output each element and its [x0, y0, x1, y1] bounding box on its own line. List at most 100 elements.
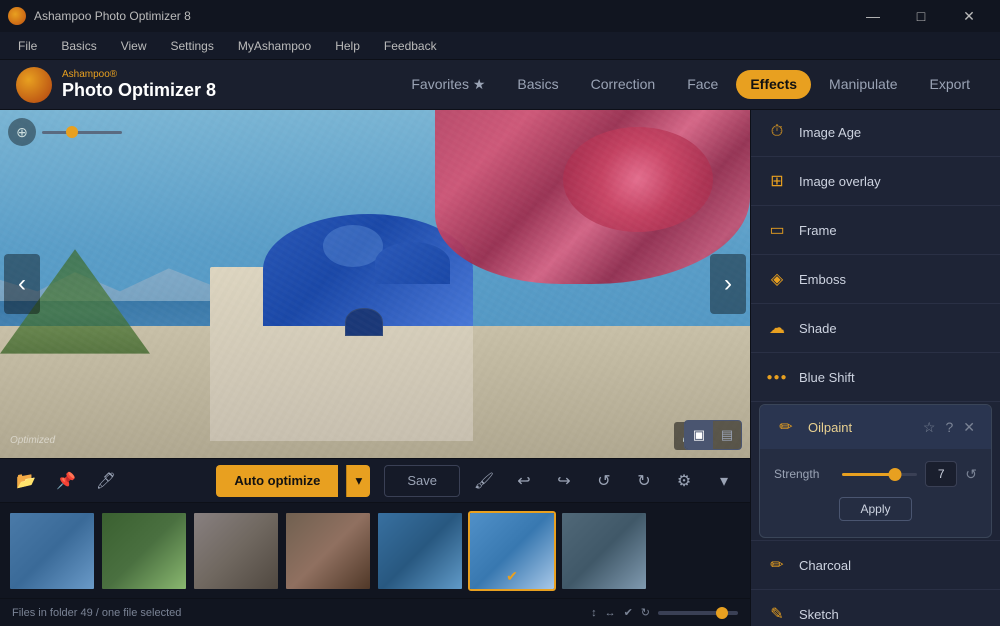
thumbnail-size-thumb	[716, 607, 728, 619]
bottom-toolbar: 📂 📌 🖊 Auto optimize ▾ Save 🖌 ↩ ↪ ↺ ↻ ⚙ ▾	[0, 458, 750, 502]
effect-image-overlay-label: Image overlay	[799, 174, 881, 189]
oilpaint-actions: ☆ ? ✕	[921, 417, 977, 438]
rotate-left-button[interactable]: ↺	[588, 465, 620, 497]
effect-emboss-label: Emboss	[799, 272, 846, 287]
rotate-icon[interactable]: ↻	[641, 606, 650, 619]
film-thumb-1[interactable]	[8, 511, 96, 591]
titlebar: Ashampoo Photo Optimizer 8 — □ ✕	[0, 0, 1000, 32]
strength-fill	[842, 473, 895, 476]
oilpaint-help-button[interactable]: ?	[943, 417, 955, 438]
view-toggle: ▣ ▤	[684, 420, 742, 450]
menu-basics[interactable]: Basics	[51, 35, 106, 57]
strength-label: Strength	[774, 467, 834, 481]
nav-tabs: Favorites ★ Basics Correction Face Effec…	[397, 70, 984, 99]
tab-correction[interactable]: Correction	[577, 70, 670, 99]
effects-sidebar: ⏱ Image Age ⊞ Image overlay ▭ Frame ◈ Em…	[750, 110, 1000, 626]
effect-blue-shift-label: Blue Shift	[799, 370, 855, 385]
brand: Ashampoo® Photo Optimizer 8	[16, 67, 216, 103]
undo-button[interactable]: ↩	[508, 465, 540, 497]
effect-frame[interactable]: ▭ Frame	[751, 208, 1000, 252]
film-thumb-3[interactable]	[192, 511, 280, 591]
menu-myashampoo[interactable]: MyAshampoo	[228, 35, 321, 57]
zoom-icon[interactable]: ⊕	[8, 118, 36, 146]
settings-button[interactable]: ⚙	[668, 465, 700, 497]
film-thumb-7[interactable]	[560, 511, 648, 591]
frame-icon: ▭	[765, 218, 789, 242]
zoom-slider[interactable]	[42, 131, 122, 134]
oilpaint-favorite-button[interactable]: ☆	[921, 417, 938, 438]
tab-export[interactable]: Export	[916, 70, 984, 99]
emboss-icon: ◈	[765, 267, 789, 291]
auto-optimize-dropdown[interactable]: ▾	[346, 465, 370, 497]
strength-row: Strength 7 ↺	[774, 461, 977, 487]
tab-basics[interactable]: Basics	[503, 70, 572, 99]
brand-logo	[16, 67, 52, 103]
strength-reset-button[interactable]: ↺	[965, 466, 977, 483]
strength-value[interactable]: 7	[925, 461, 957, 487]
status-icons: ↕ ↔ ✔ ↻	[591, 606, 738, 619]
tab-manipulate[interactable]: Manipulate	[815, 70, 912, 99]
film-thumb-5[interactable]	[376, 511, 464, 591]
oilpaint-header[interactable]: ✏ Oilpaint ☆ ? ✕	[760, 405, 991, 449]
sort-icon[interactable]: ↕	[591, 607, 597, 619]
maximize-button[interactable]: □	[898, 0, 944, 32]
menu-feedback[interactable]: Feedback	[374, 35, 447, 57]
tab-favorites[interactable]: Favorites ★	[397, 70, 499, 99]
effect-shade[interactable]: ☁ Shade	[751, 306, 1000, 350]
film-thumb-2[interactable]	[100, 511, 188, 591]
add-to-favorites-button[interactable]: 📌	[50, 465, 82, 497]
effect-charcoal-label: Charcoal	[799, 558, 851, 573]
effect-emboss[interactable]: ◈ Emboss	[751, 257, 1000, 301]
paint-button[interactable]: 🖌	[468, 465, 500, 497]
effect-frame-label: Frame	[799, 223, 837, 238]
tab-effects[interactable]: Effects	[736, 70, 811, 99]
oilpaint-label: Oilpaint	[808, 420, 911, 435]
effect-image-overlay[interactable]: ⊞ Image overlay	[751, 159, 1000, 203]
rotate-right-button[interactable]: ↻	[628, 465, 660, 497]
menu-help[interactable]: Help	[325, 35, 370, 57]
minimize-button[interactable]: —	[850, 0, 896, 32]
image-age-icon: ⏱	[765, 120, 789, 144]
effect-sketch[interactable]: ✎ Sketch	[751, 592, 1000, 626]
resize-icon[interactable]: ↔	[605, 607, 616, 619]
redo-button[interactable]: ↪	[548, 465, 580, 497]
optimized-badge: Optimized	[10, 435, 55, 446]
effect-charcoal[interactable]: ✏ Charcoal	[751, 543, 1000, 587]
menu-settings[interactable]: Settings	[160, 35, 223, 57]
effect-sketch-label: Sketch	[799, 607, 839, 622]
statusbar: Files in folder 49 / one file selected ↕…	[0, 598, 750, 626]
more-button[interactable]: ▾	[708, 465, 740, 497]
thumbnail-size-slider[interactable]	[658, 611, 738, 615]
tab-face[interactable]: Face	[673, 70, 732, 99]
strength-thumb	[888, 468, 901, 481]
effects-list: ⏱ Image Age ⊞ Image overlay ▭ Frame ◈ Em…	[751, 110, 1000, 626]
strength-slider[interactable]	[842, 473, 917, 476]
titlebar-label: Ashampoo Photo Optimizer 8	[34, 9, 191, 23]
check-icon[interactable]: ✔	[624, 606, 633, 619]
oilpaint-close-button[interactable]: ✕	[961, 417, 977, 438]
next-image-button[interactable]: ›	[710, 254, 746, 314]
close-button[interactable]: ✕	[946, 0, 992, 32]
film-thumb-4[interactable]	[284, 511, 372, 591]
auto-optimize-button[interactable]: Auto optimize	[216, 465, 338, 497]
filmstrip: ✔	[0, 502, 750, 598]
film-thumb-6[interactable]: ✔	[468, 511, 556, 591]
save-button[interactable]: Save	[384, 465, 460, 497]
effect-blue-shift[interactable]: ●●● Blue Shift	[751, 355, 1000, 399]
edit-button[interactable]: 🖊	[90, 465, 122, 497]
single-view-button[interactable]: ▣	[685, 421, 713, 449]
effect-image-age-label: Image Age	[799, 125, 861, 140]
selected-check: ✔	[506, 568, 518, 585]
effect-image-age[interactable]: ⏱ Image Age	[751, 110, 1000, 154]
open-file-button[interactable]: 📂	[10, 465, 42, 497]
oilpaint-apply-button[interactable]: Apply	[839, 497, 911, 521]
app-logo	[8, 7, 26, 25]
menu-view[interactable]: View	[111, 35, 157, 57]
window-controls: — □ ✕	[850, 0, 992, 32]
image-canvas: Optimized ‹ › ⊕ ⤢ ▣ ▤	[0, 110, 750, 458]
status-text: Files in folder 49 / one file selected	[12, 607, 181, 619]
prev-image-button[interactable]: ‹	[4, 254, 40, 314]
split-view-button[interactable]: ▤	[713, 421, 741, 449]
navbar: Ashampoo® Photo Optimizer 8 Favorites ★ …	[0, 60, 1000, 110]
menu-file[interactable]: File	[8, 35, 47, 57]
